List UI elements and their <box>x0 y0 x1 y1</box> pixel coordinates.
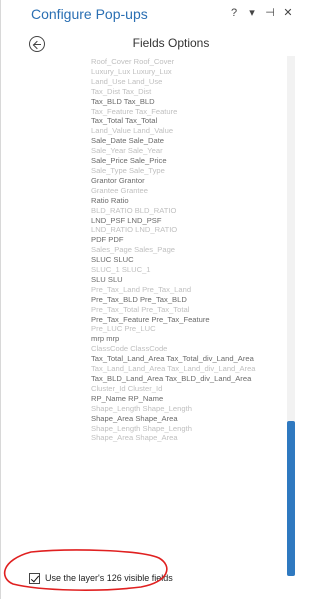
field-item[interactable]: Pre_Tax_Total Pre_Tax_Total <box>91 305 281 315</box>
field-item[interactable]: Grantee Grantee <box>91 186 281 196</box>
field-item[interactable]: BLD_RATIO BLD_RATIO <box>91 206 281 216</box>
pane-title: Configure Pop-ups <box>31 6 148 22</box>
field-item[interactable]: Pre_Tax_Land Pre_Tax_Land <box>91 285 281 295</box>
field-item[interactable]: Luxury_Lux Luxury_Lux <box>91 67 281 77</box>
field-item[interactable]: SLUC SLUC <box>91 255 281 265</box>
field-item[interactable]: Pre_Tax_BLD Pre_Tax_BLD <box>91 295 281 305</box>
field-item[interactable]: Sale_Type Sale_Type <box>91 166 281 176</box>
configure-popups-pane: Configure Pop-ups ? ▾ ⊣ ✕ Fields Options… <box>0 0 298 599</box>
field-item[interactable]: LND_PSF LND_PSF <box>91 216 281 226</box>
back-arrow-icon[interactable] <box>29 36 45 52</box>
field-item[interactable]: Tax_BLD Tax_BLD <box>91 97 281 107</box>
pin-icon[interactable]: ⊣ <box>265 6 275 20</box>
field-list[interactable]: Roof_Cover Roof_Cover Luxury_Lux Luxury_L… <box>91 57 281 565</box>
title-bar: Configure Pop-ups ? ▾ ⊣ ✕ <box>1 0 299 28</box>
field-item[interactable]: Pre_Tax_Feature Pre_Tax_Feature <box>91 315 281 325</box>
options-dropdown-icon[interactable]: ▾ <box>247 6 257 20</box>
fields-options-heading: Fields Options <box>132 36 210 50</box>
scrollbar[interactable] <box>287 56 295 576</box>
field-item[interactable]: Pre_LUC Pre_LUC <box>91 324 281 334</box>
field-item[interactable]: Sale_Price Sale_Price <box>91 156 281 166</box>
field-item[interactable]: Ratio Ratio <box>91 196 281 206</box>
field-item[interactable]: Grantor Grantor <box>91 176 281 186</box>
field-item[interactable]: mrp mrp <box>91 334 281 344</box>
field-item[interactable]: Roof_Cover Roof_Cover <box>91 57 281 67</box>
field-item[interactable]: Shape_Length Shape_Length <box>91 404 281 414</box>
field-item[interactable]: Tax_Land_Land_Area Tax_Land_div_Land_Are… <box>91 364 281 374</box>
field-item[interactable]: Shape_Area Shape_Area <box>91 433 281 443</box>
help-icon[interactable]: ? <box>229 6 239 20</box>
use-visible-fields-option[interactable]: Use the layer's 126 visible fields <box>29 570 173 586</box>
field-item[interactable]: Tax_Feature Tax_Feature <box>91 107 281 117</box>
use-visible-fields-checkbox[interactable] <box>29 572 40 584</box>
field-item[interactable]: Land_Value Land_Value <box>91 126 281 136</box>
field-item[interactable]: ClassCode ClassCode <box>91 344 281 354</box>
field-item[interactable]: Sales_Page Sales_Page <box>91 245 281 255</box>
field-item[interactable]: Land_Use Land_Use <box>91 77 281 87</box>
field-item[interactable]: Tax_Dist Tax_Dist <box>91 87 281 97</box>
scrollbar-thumb[interactable] <box>287 421 295 576</box>
field-item[interactable]: Cluster_Id Cluster_Id <box>91 384 281 394</box>
panel-header: Fields Options <box>1 34 299 56</box>
use-visible-fields-label: Use the layer's 126 visible fields <box>45 573 173 583</box>
field-item[interactable]: Tax_Total Tax_Total <box>91 116 281 126</box>
field-item[interactable]: Shape_Length Shape_Length <box>91 424 281 434</box>
field-item[interactable]: SLU SLU <box>91 275 281 285</box>
field-item[interactable]: Sale_Date Sale_Date <box>91 136 281 146</box>
field-item[interactable]: RP_Name RP_Name <box>91 394 281 404</box>
field-item[interactable]: Tax_Total_Land_Area Tax_Total_div_Land_A… <box>91 354 281 364</box>
field-item[interactable]: LND_RATIO LND_RATIO <box>91 225 281 235</box>
close-icon[interactable]: ✕ <box>283 6 293 20</box>
field-item[interactable]: Tax_BLD_Land_Area Tax_BLD_div_Land_Area <box>91 374 281 384</box>
field-item[interactable]: PDF PDF <box>91 235 281 245</box>
title-controls: ? ▾ ⊣ ✕ <box>229 6 293 20</box>
field-item[interactable]: Shape_Area Shape_Area <box>91 414 281 424</box>
field-item[interactable]: SLUC_1 SLUC_1 <box>91 265 281 275</box>
field-item[interactable]: Sale_Year Sale_Year <box>91 146 281 156</box>
